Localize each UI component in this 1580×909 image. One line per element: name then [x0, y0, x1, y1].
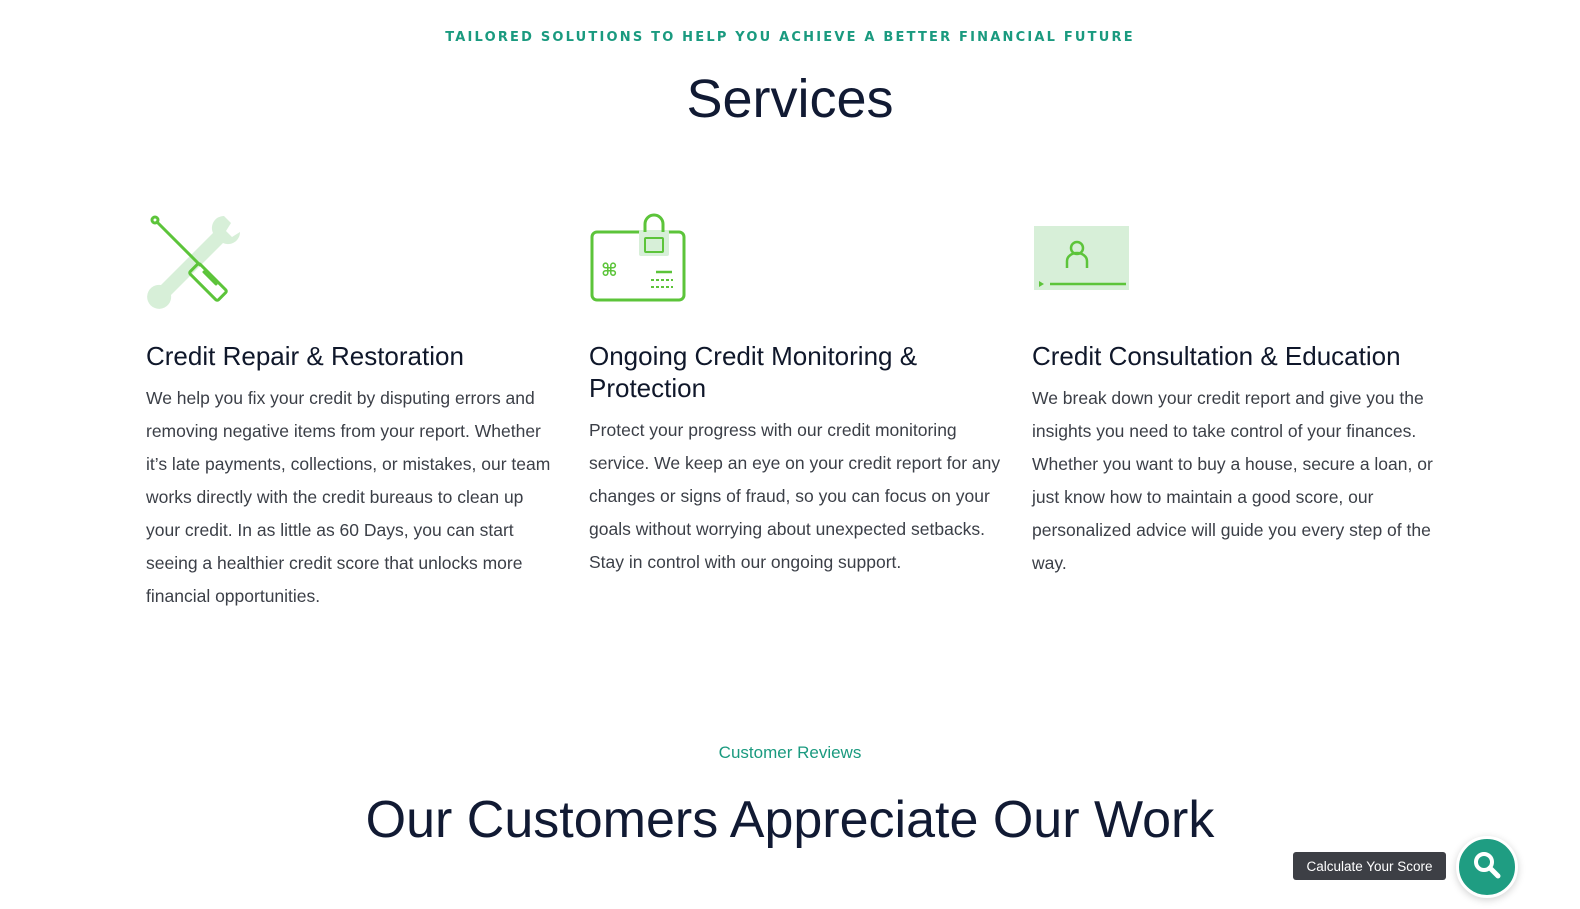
search-icon — [1472, 850, 1502, 885]
service-card-credit-repair: Credit Repair & Restoration We help you … — [146, 210, 561, 613]
service-card-credit-monitoring: ⌘ Ongoing Credit Monitoring & Protection… — [589, 210, 1004, 579]
service-description: We help you fix your credit by disputing… — [146, 388, 551, 606]
service-title: Ongoing Credit Monitoring & Protection — [589, 341, 918, 403]
service-description: Protect your progress with our credit mo… — [589, 420, 1001, 572]
locked-credit-card-icon: ⌘ — [589, 210, 689, 310]
service-title: Credit Consultation & Education — [1032, 341, 1401, 371]
svg-text:⌘: ⌘ — [601, 260, 618, 281]
consultation-screen-icon — [1032, 210, 1132, 310]
calculate-score-tooltip[interactable]: Calculate Your Score — [1293, 852, 1446, 880]
reviews-eyebrow: Customer Reviews — [718, 743, 862, 762]
wrench-screwdriver-icon — [146, 210, 246, 310]
service-description: We break down your credit report and giv… — [1032, 388, 1433, 573]
services-title: Services — [686, 69, 894, 129]
calculate-score-button[interactable] — [1456, 836, 1518, 898]
service-title: Credit Repair & Restoration — [146, 341, 464, 371]
service-card-credit-consultation: Credit Consultation & Education We break… — [1032, 210, 1447, 580]
reviews-title: Our Customers Appreciate Our Work — [365, 791, 1215, 849]
services-eyebrow: TAILORED SOLUTIONS TO HELP YOU ACHIEVE A… — [445, 30, 1135, 45]
